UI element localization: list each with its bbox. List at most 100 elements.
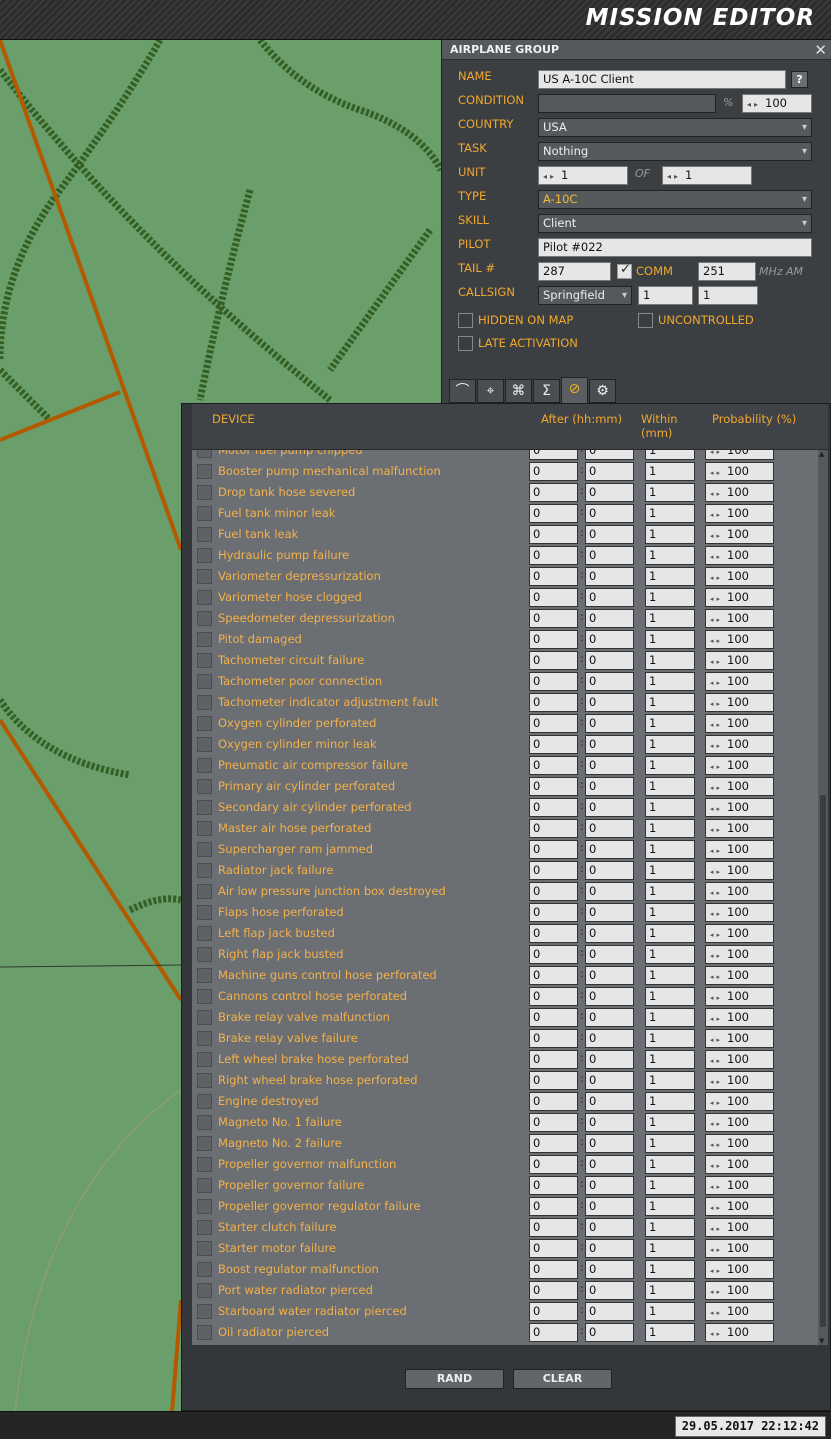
within-input[interactable]: 1 [645,546,695,565]
skill-select[interactable]: Client [538,214,812,233]
after-minutes-input[interactable]: 0 [585,1281,634,1300]
after-minutes-input[interactable]: 0 [585,1323,634,1342]
probability-stepper[interactable]: ◂▸ 100 [705,693,774,712]
after-minutes-input[interactable]: 0 [585,1218,634,1237]
late-activation-checkbox[interactable] [458,336,473,351]
within-input[interactable]: 1 [645,1155,695,1174]
within-input[interactable]: 1 [645,777,695,796]
after-minutes-input[interactable]: 0 [585,1092,634,1111]
within-input[interactable]: 1 [645,504,695,523]
probability-stepper[interactable]: ◂▸ 100 [705,483,774,502]
after-hours-input[interactable]: 0 [529,1239,578,1258]
within-input[interactable]: 1 [645,1071,695,1090]
probability-stepper[interactable]: ◂▸ 100 [705,672,774,691]
after-hours-input[interactable]: 0 [529,1008,578,1027]
within-input[interactable]: 1 [645,924,695,943]
probability-stepper[interactable]: ◂▸ 100 [705,1155,774,1174]
after-hours-input[interactable]: 0 [529,462,578,481]
failure-enable-checkbox[interactable] [197,821,212,836]
within-input[interactable]: 1 [645,1176,695,1195]
failure-enable-checkbox[interactable] [197,548,212,563]
probability-stepper[interactable]: ◂▸ 100 [705,777,774,796]
failure-enable-checkbox[interactable] [197,989,212,1004]
failure-enable-checkbox[interactable] [197,842,212,857]
probability-stepper[interactable]: ◂▸ 100 [705,819,774,838]
after-hours-input[interactable]: 0 [529,840,578,859]
failure-enable-checkbox[interactable] [197,737,212,752]
failure-enable-checkbox[interactable] [197,1010,212,1025]
failure-enable-checkbox[interactable] [197,947,212,962]
failure-enable-checkbox[interactable] [197,863,212,878]
after-minutes-input[interactable]: 0 [585,756,634,775]
within-input[interactable]: 1 [645,588,695,607]
probability-stepper[interactable]: ◂▸ 100 [705,735,774,754]
within-input[interactable]: 1 [645,798,695,817]
within-input[interactable]: 1 [645,903,695,922]
within-input[interactable]: 1 [645,714,695,733]
after-minutes-input[interactable]: 0 [585,525,634,544]
after-minutes-input[interactable]: 0 [585,1113,634,1132]
failure-enable-checkbox[interactable] [197,1157,212,1172]
after-minutes-input[interactable]: 0 [585,672,634,691]
after-minutes-input[interactable]: 0 [585,1071,634,1090]
after-minutes-input[interactable]: 0 [585,924,634,943]
tab-targets[interactable]: ⌖ [477,379,504,403]
after-hours-input[interactable]: 0 [529,483,578,502]
within-input[interactable]: 1 [645,525,695,544]
scroll-down-icon[interactable]: ▼ [819,1337,824,1345]
after-hours-input[interactable]: 0 [529,924,578,943]
within-input[interactable]: 1 [645,987,695,1006]
within-input[interactable]: 1 [645,1092,695,1111]
within-input[interactable]: 1 [645,567,695,586]
probability-stepper[interactable]: ◂▸ 100 [705,756,774,775]
callsign-number-2[interactable]: 1 [698,286,758,305]
probability-stepper[interactable]: ◂▸ 100 [705,1302,774,1321]
after-hours-input[interactable]: 0 [529,819,578,838]
after-hours-input[interactable]: 0 [529,945,578,964]
within-input[interactable]: 1 [645,966,695,985]
probability-stepper[interactable]: ◂▸ 100 [705,1281,774,1300]
unit-stepper[interactable]: ◂▸ 1 [538,166,628,185]
probability-stepper[interactable]: ◂▸ 100 [705,798,774,817]
after-minutes-input[interactable]: 0 [585,1197,634,1216]
after-minutes-input[interactable]: 0 [585,1029,634,1048]
probability-stepper[interactable]: ◂▸ 100 [705,945,774,964]
probability-stepper[interactable]: ◂▸ 100 [705,1197,774,1216]
after-hours-input[interactable]: 0 [529,777,578,796]
probability-stepper[interactable]: ◂▸ 100 [705,861,774,880]
after-hours-input[interactable]: 0 [529,1260,578,1279]
after-minutes-input[interactable]: 0 [585,483,634,502]
failure-enable-checkbox[interactable] [197,1031,212,1046]
after-hours-input[interactable]: 0 [529,609,578,628]
failure-enable-checkbox[interactable] [197,506,212,521]
uncontrolled-checkbox[interactable] [638,313,653,328]
tab-failures[interactable]: ⊘ [561,377,588,403]
condition-probability-stepper[interactable]: ◂▸ 100 [742,94,812,113]
after-hours-input[interactable]: 0 [529,1218,578,1237]
failure-enable-checkbox[interactable] [197,800,212,815]
after-minutes-input[interactable]: 0 [585,966,634,985]
failure-enable-checkbox[interactable] [197,716,212,731]
scroll-up-icon[interactable]: ▲ [819,450,824,458]
tab-settings[interactable]: ⚙ [589,379,616,403]
after-hours-input[interactable]: 0 [529,1050,578,1069]
within-input[interactable]: 1 [645,1050,695,1069]
after-minutes-input[interactable]: 0 [585,1239,634,1258]
within-input[interactable]: 1 [645,882,695,901]
within-input[interactable]: 1 [645,735,695,754]
comm-frequency-input[interactable]: 251 [698,262,756,281]
after-minutes-input[interactable]: 0 [585,777,634,796]
comm-checkbox[interactable] [617,262,632,279]
failure-enable-checkbox[interactable] [197,1304,212,1319]
scroll-thumb[interactable] [820,795,826,1327]
after-minutes-input[interactable]: 0 [585,546,634,565]
failure-enable-checkbox[interactable] [197,1283,212,1298]
within-input[interactable]: 1 [645,630,695,649]
probability-stepper[interactable]: ◂▸ 100 [705,504,774,523]
probability-stepper[interactable]: ◂▸ 100 [705,840,774,859]
tab-summary[interactable]: Σ [533,379,560,403]
after-minutes-input[interactable]: 0 [585,903,634,922]
failure-enable-checkbox[interactable] [197,695,212,710]
after-hours-input[interactable]: 0 [529,1113,578,1132]
failure-enable-checkbox[interactable] [197,464,212,479]
